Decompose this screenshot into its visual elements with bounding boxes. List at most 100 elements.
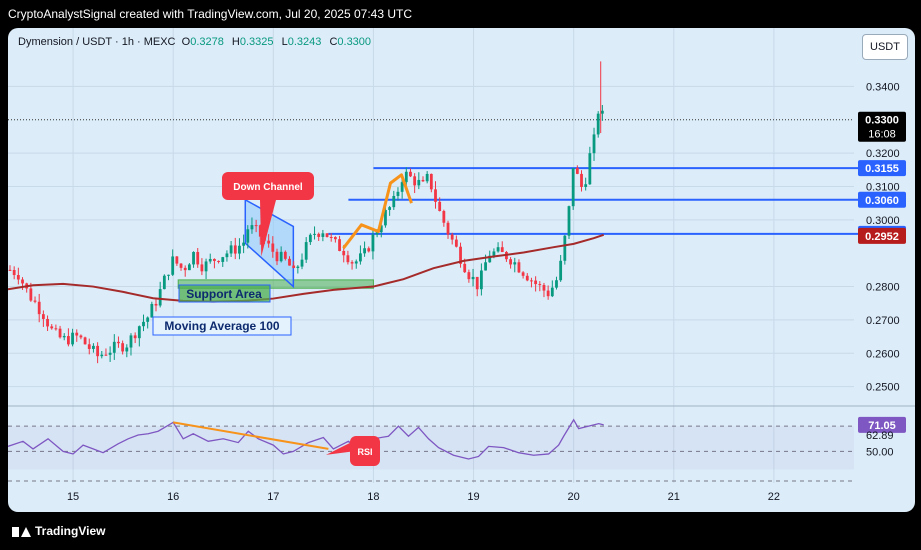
chart-canvas[interactable]: Down Channel Support Area Moving Average 1… <box>8 28 915 512</box>
high-key: H <box>231 36 240 48</box>
candle-body <box>213 258 216 261</box>
candle-body <box>596 113 600 135</box>
candle-body <box>75 332 79 336</box>
candle-body <box>83 337 87 345</box>
candle-body <box>300 259 304 267</box>
candle-body <box>542 285 546 291</box>
time-tick-label: 16 <box>167 491 179 503</box>
candle-body <box>208 258 212 262</box>
candle-body <box>37 301 41 315</box>
candle-body <box>108 352 112 355</box>
price-badge-value: 0.3060 <box>865 195 899 207</box>
candle-body <box>429 173 433 190</box>
open-key: O <box>181 36 191 48</box>
open-value: 0.3278 <box>190 36 224 48</box>
candle-body <box>454 239 458 247</box>
candle-body <box>354 261 358 264</box>
time-tick-label: 17 <box>267 491 279 503</box>
candle-body <box>288 258 291 266</box>
candle-body <box>171 256 175 275</box>
low-value: 0.3243 <box>287 36 322 48</box>
price-tick-label: 0.3200 <box>866 148 900 160</box>
candle-body <box>16 275 20 280</box>
candle-body <box>217 260 220 262</box>
candle-body <box>584 184 588 187</box>
candle-body <box>112 341 116 353</box>
candle-body <box>58 328 62 338</box>
candle-body <box>71 332 74 345</box>
candle-body <box>350 262 354 264</box>
candle-body <box>33 300 37 302</box>
candle-body <box>150 303 154 318</box>
moving-average-label: Moving Average 100 <box>164 319 279 333</box>
rsi-callout-label: RSI <box>357 447 372 457</box>
snapshot-caption: CryptoAnalystSignal created with Trading… <box>8 7 412 21</box>
candle-body <box>525 275 529 281</box>
candle-body <box>434 189 437 202</box>
candle-body <box>509 259 512 265</box>
candle-body <box>425 173 429 182</box>
candle-body <box>396 191 400 196</box>
candle-body <box>555 280 558 288</box>
down-channel-label: Down Channel <box>233 182 303 193</box>
candle-body <box>200 264 204 272</box>
candle-body <box>388 207 392 210</box>
last-price-countdown: 16:08 <box>868 129 896 141</box>
price-badge-value: 0.2952 <box>865 231 899 243</box>
candle-body <box>517 262 521 273</box>
candle-body <box>125 347 129 352</box>
candle-body <box>154 303 158 306</box>
candle-body <box>475 276 479 290</box>
candle-body <box>192 251 195 265</box>
candle-body <box>8 269 12 271</box>
candle-body <box>146 317 150 322</box>
candle-body <box>442 211 446 223</box>
candle-body <box>225 253 229 258</box>
candle-body <box>534 280 538 285</box>
candle-body <box>329 236 333 238</box>
candle-body <box>371 234 375 252</box>
chart-panel[interactable]: Down Channel Support Area Moving Average 1… <box>8 28 915 512</box>
time-tick-label: 21 <box>668 491 680 503</box>
candle-body <box>79 335 83 338</box>
candle-body <box>92 345 95 349</box>
candle-body <box>175 256 179 264</box>
candle-body <box>592 134 596 154</box>
rsi-ma-value: 62.89 <box>866 430 894 442</box>
brand-name: TradingView <box>35 524 106 538</box>
candle-body <box>484 262 487 271</box>
candle-body <box>229 245 233 254</box>
price-tick-label: 0.3100 <box>866 181 900 193</box>
time-tick-label: 19 <box>467 491 479 503</box>
brand-footer: TradingView <box>0 512 921 550</box>
candle-body <box>317 233 321 237</box>
candle-body <box>292 265 296 269</box>
candle-body <box>238 245 241 254</box>
candle-body <box>271 243 275 252</box>
candle-body <box>567 206 571 236</box>
candle-body <box>471 276 475 280</box>
candle-body <box>546 290 550 297</box>
rsi-band <box>8 426 854 470</box>
candle-body <box>530 280 533 282</box>
candle-body <box>183 267 187 271</box>
candle-body <box>492 251 496 256</box>
candle-body <box>87 344 91 349</box>
candle-body <box>267 240 271 244</box>
price-tick-label: 0.2600 <box>866 348 900 360</box>
candle-body <box>463 263 467 273</box>
candle-body <box>438 201 442 212</box>
last-price-value: 0.3300 <box>865 115 899 127</box>
close-value: 0.3300 <box>337 36 372 48</box>
candle-body <box>117 341 120 344</box>
candle-body <box>62 336 66 338</box>
chart-window: CryptoAnalystSignal created with Trading… <box>0 0 921 550</box>
candle-body <box>133 335 137 339</box>
candle-body <box>571 167 575 207</box>
candle-body <box>204 261 208 272</box>
candle-body <box>580 173 583 187</box>
currency-unit-button[interactable]: USDT <box>862 34 908 60</box>
candle-body <box>333 237 337 240</box>
tradingview-logo-icon <box>12 526 31 537</box>
candle-body <box>313 233 316 235</box>
